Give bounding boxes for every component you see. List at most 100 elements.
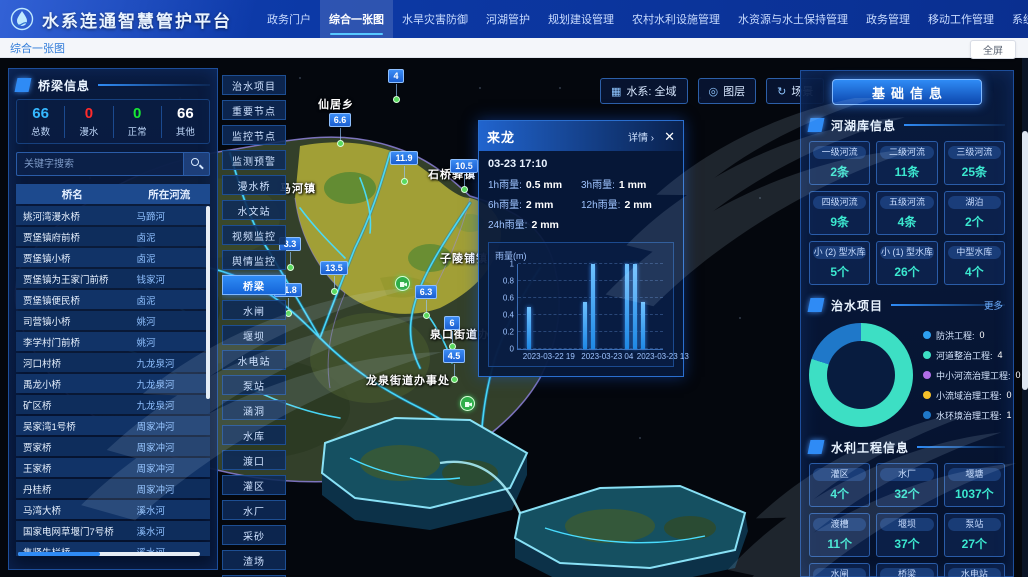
table-row[interactable]: 李学村门前桥 姚河 (16, 332, 210, 351)
nav-item[interactable]: 农村水利设施管理 (623, 0, 729, 38)
layer-menu-item[interactable]: 水厂 (222, 500, 286, 520)
search-input[interactable] (17, 153, 183, 175)
table-row[interactable]: 王家桥 周家冲河 (16, 458, 210, 477)
breadcrumb[interactable]: 综合一张图 (10, 40, 65, 56)
river-cell: 周家冲河 (129, 440, 210, 454)
card-value: 2条 (813, 163, 866, 180)
search-button[interactable] (183, 153, 209, 175)
layer-menu-item[interactable]: 水电站 (222, 350, 286, 370)
table-row[interactable]: 河口村桥 九龙泉河 (16, 353, 210, 372)
map-control-button[interactable]: ▦ 水系: 全域 (600, 78, 688, 104)
table-vertical-scrollbar[interactable] (206, 206, 210, 399)
layer-menu-item[interactable]: 灌区 (222, 475, 286, 495)
legend-count: 0 (980, 330, 985, 340)
layer-menu-item[interactable]: 重要节点 (222, 100, 286, 120)
card-label: 湖泊 (948, 196, 1001, 209)
table-row[interactable]: 吴家湾1号桥 周家冲河 (16, 416, 210, 435)
layer-menu-item[interactable]: 渣场 (222, 550, 286, 570)
scrollbar-thumb[interactable] (18, 552, 100, 556)
rain-chart-plot: 10.80.60.40.20 (517, 264, 663, 350)
rain-stat-value: 2 mm (624, 199, 651, 211)
table-row[interactable]: 贾堡镇便民桥 卤泥 (16, 290, 210, 309)
panel-accent-icon (808, 440, 825, 454)
y-axis-tick: 0.8 (503, 277, 514, 286)
station-marker[interactable]: 11.9 (384, 148, 424, 185)
map-control-label: 图层 (723, 83, 745, 99)
layer-menu-item[interactable]: 监测预警 (222, 150, 286, 170)
details-link[interactable]: 详情 › (628, 129, 654, 144)
basic-info-button[interactable]: 基础信息 (832, 79, 982, 105)
layer-menu-item[interactable]: 泵站 (222, 375, 286, 395)
station-marker[interactable]: 6 (432, 313, 472, 350)
table-row[interactable]: 司营镇小桥 姚河 (16, 311, 210, 330)
rain-stat-label: 3h雨量: (581, 176, 615, 191)
scrollbar-thumb[interactable] (1022, 131, 1028, 391)
camera-icon[interactable] (395, 276, 410, 291)
popup-timestamp: 03-23 17:10 (488, 158, 674, 170)
layer-menu-item[interactable]: 水闸 (222, 300, 286, 320)
page-scrollbar[interactable] (1022, 58, 1028, 577)
nav-item[interactable]: 政务管理 (857, 0, 919, 38)
rain-bar (625, 264, 629, 349)
marker-value-badge: 6.3 (415, 285, 438, 299)
panel-header-line (98, 84, 210, 86)
table-row[interactable]: 贾堡镇为王家门前桥 钱家河 (16, 269, 210, 288)
rain-stat-label: 24h雨量: (488, 216, 527, 231)
search-icon (191, 158, 199, 166)
layer-menu-item[interactable]: 堰坝 (222, 325, 286, 345)
nav-item[interactable]: 系统管理 (1003, 0, 1028, 38)
layer-menu-item[interactable]: 采砂 (222, 525, 286, 545)
layer-menu-item[interactable]: 漫水桥 (222, 175, 286, 195)
station-marker[interactable]: 6.6 (320, 110, 360, 147)
close-icon[interactable]: ✕ (664, 130, 675, 143)
marker-value-badge: 4 (388, 69, 403, 83)
table-row[interactable]: 丹桂桥 周家冲河 (16, 479, 210, 498)
map-control-button[interactable]: ◎ 图层 (698, 78, 757, 104)
table-row[interactable]: 贾家桥 周家冲河 (16, 437, 210, 456)
nav-item[interactable]: 政务门户 (258, 0, 320, 38)
layer-menu-item[interactable]: 水文站 (222, 200, 286, 220)
marker-dot-icon (331, 288, 338, 295)
camera-icon[interactable] (460, 396, 475, 411)
card-label: 中型水库 (948, 246, 1001, 259)
rain-bar (527, 307, 531, 350)
rain-chart: 雨量(m) 10.80.60.40.20 2023-03-22 192023-0… (488, 242, 674, 367)
layer-menu-item[interactable]: 桥梁 (222, 275, 286, 295)
legend-label: 河道整治工程: (936, 349, 993, 362)
table-row[interactable]: 禹龙小桥 九龙泉河 (16, 374, 210, 393)
table-row[interactable]: 国家电网草堰门7号桥 溪水河 (16, 521, 210, 540)
table-horizontal-scrollbar[interactable] (18, 552, 200, 556)
popup-header: 来龙 详情 › ✕ (479, 121, 683, 151)
nav-item[interactable]: 河湖管护 (477, 0, 539, 38)
layer-menu-item[interactable]: 舆情监控 (222, 250, 286, 270)
x-axis-tick: 2023-03-22 19 (523, 352, 575, 361)
bridge-table: 桥名 所在河流 姚河湾漫水桥 马蹄河 贾堡镇府前桥 卤泥 (16, 184, 210, 556)
table-row[interactable]: 矿区桥 九龙泉河 (16, 395, 210, 414)
nav-item[interactable]: 水资源与水土保持管理 (729, 0, 857, 38)
layer-menu-item[interactable]: 治水项目 (222, 75, 286, 95)
marker-stick (288, 298, 289, 310)
layer-menu-item[interactable]: 视频监控 (222, 225, 286, 245)
nav-item[interactable]: 综合一张图 (320, 0, 393, 38)
nav-item[interactable]: 移动工作管理 (919, 0, 1003, 38)
river-cell: 溪水河 (129, 503, 210, 517)
rain-stat: 1h雨量: 0.5 mm (488, 176, 581, 191)
nav-item[interactable]: 水旱灾害防御 (393, 0, 477, 38)
station-marker[interactable]: 4 (376, 66, 416, 103)
station-marker[interactable]: 4.5 (434, 346, 474, 383)
rain-stat-value: 2 mm (531, 219, 558, 231)
nav-item[interactable]: 规划建设管理 (539, 0, 623, 38)
layer-menu-item[interactable]: 监控节点 (222, 125, 286, 145)
map-area[interactable]: 仙居乡 马河镇 石桥驿镇 子陵铺镇 泉口街道办 龙泉街道办事处 4 (0, 58, 1028, 577)
fullscreen-button[interactable]: 全屏 (970, 40, 1016, 59)
table-row[interactable]: 马湾大桥 溪水河 (16, 500, 210, 519)
table-row[interactable]: 贾堡镇府前桥 卤泥 (16, 227, 210, 246)
more-link[interactable]: 更多 (984, 298, 1003, 312)
table-row[interactable]: 贾堡镇小桥 卤泥 (16, 248, 210, 267)
table-row[interactable]: 姚河湾漫水桥 马蹄河 (16, 206, 210, 225)
layer-menu-item[interactable]: 渡口 (222, 450, 286, 470)
legend-label: 防洪工程: (936, 329, 975, 342)
station-marker[interactable]: 13.5 (314, 258, 354, 295)
layer-menu-item[interactable]: 水库 (222, 425, 286, 445)
layer-menu-item[interactable]: 涵洞 (222, 400, 286, 420)
